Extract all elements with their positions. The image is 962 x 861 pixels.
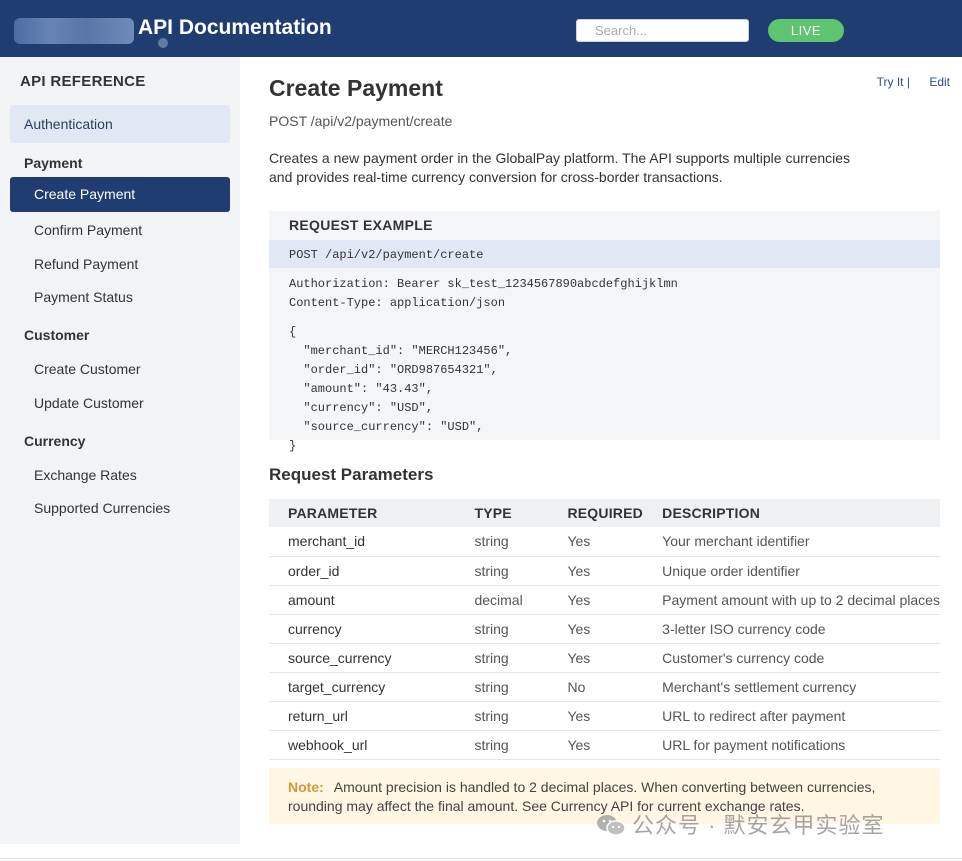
param-type: string xyxy=(474,701,568,731)
request-parameters-heading: Request Parameters xyxy=(269,465,434,484)
request-example-heading: REQUEST EXAMPLE xyxy=(289,217,433,233)
note-label: Note: xyxy=(288,779,324,795)
param-type: string xyxy=(474,730,568,760)
param-description: Unique order identifier xyxy=(662,556,940,586)
param-required: Yes xyxy=(567,614,663,644)
footer-divider xyxy=(0,858,962,859)
sidebar-group-payment: Payment xyxy=(24,155,83,171)
request-line: POST /api/v2/payment/create xyxy=(289,248,484,262)
endpoint-path: POST /api/v2/payment/create xyxy=(269,113,453,129)
param-description: Customer's currency code xyxy=(662,643,940,673)
column-header: REQUIRED xyxy=(567,499,663,527)
code-line: "merchant_id": "MERCH123456", xyxy=(289,344,513,358)
column-header: PARAMETER xyxy=(269,499,475,527)
param-description: 3-letter ISO currency code xyxy=(662,614,940,644)
param-name: return_url xyxy=(269,701,475,731)
table-row: currency string Yes 3-letter ISO currenc… xyxy=(269,614,940,644)
param-name: target_currency xyxy=(269,672,475,702)
param-type: string xyxy=(474,527,568,557)
sidebar-group-customer: Customer xyxy=(24,327,90,343)
search-input[interactable] xyxy=(576,19,749,42)
sidebar-item-exchange-rates[interactable]: Exchange Rates xyxy=(34,467,137,483)
param-required: Yes xyxy=(567,585,663,615)
table-row: merchant_id string Yes Your merchant ide… xyxy=(269,527,940,557)
sidebar-item-create-payment[interactable]: Create Payment xyxy=(10,177,230,212)
code-line: "amount": "43.43", xyxy=(289,382,434,396)
sidebar-item-authentication[interactable]: Authentication xyxy=(10,105,230,143)
code-line: "currency": "USD", xyxy=(289,401,434,415)
param-description: Your merchant identifier xyxy=(662,527,940,557)
table-row: return_url string Yes URL to redirect af… xyxy=(269,701,940,731)
table-row: target_currency string No Merchant's set… xyxy=(269,672,940,702)
sidebar-item-payment-status[interactable]: Payment Status xyxy=(34,289,133,305)
header-line: Content-Type: application/json xyxy=(289,296,506,310)
sidebar: API REFERENCE Authentication Payment Cre… xyxy=(0,57,240,844)
param-type: decimal xyxy=(474,585,568,615)
table-row: amount decimal Yes Payment amount with u… xyxy=(269,585,940,615)
param-name: merchant_id xyxy=(269,527,475,557)
code-line: "source_currency": "USD", xyxy=(289,420,484,434)
param-required: Yes xyxy=(567,527,663,557)
code-line: "order_id": "ORD987654321", xyxy=(289,363,498,377)
param-name: currency xyxy=(269,614,475,644)
header-line: Authorization: Bearer sk_test_1234567890… xyxy=(289,277,678,291)
sidebar-heading: API REFERENCE xyxy=(20,73,146,90)
sidebar-item-confirm-payment[interactable]: Confirm Payment xyxy=(34,222,142,238)
endpoint-description: Creates a new payment order in the Globa… xyxy=(269,150,851,185)
param-name: webhook_url xyxy=(269,730,475,760)
site-title: API Documentation xyxy=(138,16,332,39)
param-description: URL for payment notifications xyxy=(662,730,940,760)
column-header: DESCRIPTION xyxy=(662,499,940,527)
param-name: source_currency xyxy=(269,643,475,673)
param-required: Yes xyxy=(567,730,663,760)
param-type: string xyxy=(474,556,568,586)
param-name: amount xyxy=(269,585,475,615)
request-example-panel: REQUEST EXAMPLE POST /api/v2/payment/cre… xyxy=(269,211,940,453)
logo-image xyxy=(14,18,134,44)
sidebar-item-refund-payment[interactable]: Refund Payment xyxy=(34,256,138,272)
param-description: Merchant's settlement currency xyxy=(662,672,940,702)
code-line: } xyxy=(289,439,297,453)
parameters-table: PARAMETER TYPE REQUIRED DESCRIPTION merc… xyxy=(269,499,940,760)
sidebar-group-currency: Currency xyxy=(24,433,86,449)
watermark-text: 公众号 · 默安玄甲实验室 xyxy=(632,813,885,838)
param-required: No xyxy=(567,672,663,702)
try-it-link[interactable]: Try It xyxy=(877,75,904,89)
param-description: URL to redirect after payment xyxy=(662,701,940,731)
param-type: string xyxy=(474,614,568,644)
page-actions: Try It | Edit xyxy=(877,75,950,89)
wechat-icon xyxy=(596,814,626,836)
page-title: Create Payment xyxy=(269,75,443,101)
param-description: Payment amount with up to 2 decimal plac… xyxy=(662,585,940,615)
param-required: Yes xyxy=(567,556,663,586)
code-line: { xyxy=(289,325,297,339)
link-separator: | xyxy=(906,75,910,89)
top-header: API Documentation LIVE xyxy=(0,0,962,57)
sidebar-item-supported-currencies[interactable]: Supported Currencies xyxy=(34,500,170,516)
param-required: Yes xyxy=(567,701,663,731)
watermark: 公众号 · 默安玄甲实验室 xyxy=(596,808,885,840)
param-name: order_id xyxy=(269,556,475,586)
param-type: string xyxy=(474,672,568,702)
column-header: TYPE xyxy=(474,499,568,527)
live-badge[interactable]: LIVE xyxy=(768,19,844,42)
table-row: order_id string Yes Unique order identif… xyxy=(269,556,940,586)
sidebar-item-update-customer[interactable]: Update Customer xyxy=(34,395,144,411)
table-row: webhook_url string Yes URL for payment n… xyxy=(269,730,940,760)
table-header-row: PARAMETER TYPE REQUIRED DESCRIPTION xyxy=(269,499,940,527)
param-required: Yes xyxy=(567,643,663,673)
table-row: source_currency string Yes Customer's cu… xyxy=(269,643,940,673)
sidebar-item-create-customer[interactable]: Create Customer xyxy=(34,361,141,377)
edit-link[interactable]: Edit xyxy=(929,75,950,89)
param-type: string xyxy=(474,643,568,673)
